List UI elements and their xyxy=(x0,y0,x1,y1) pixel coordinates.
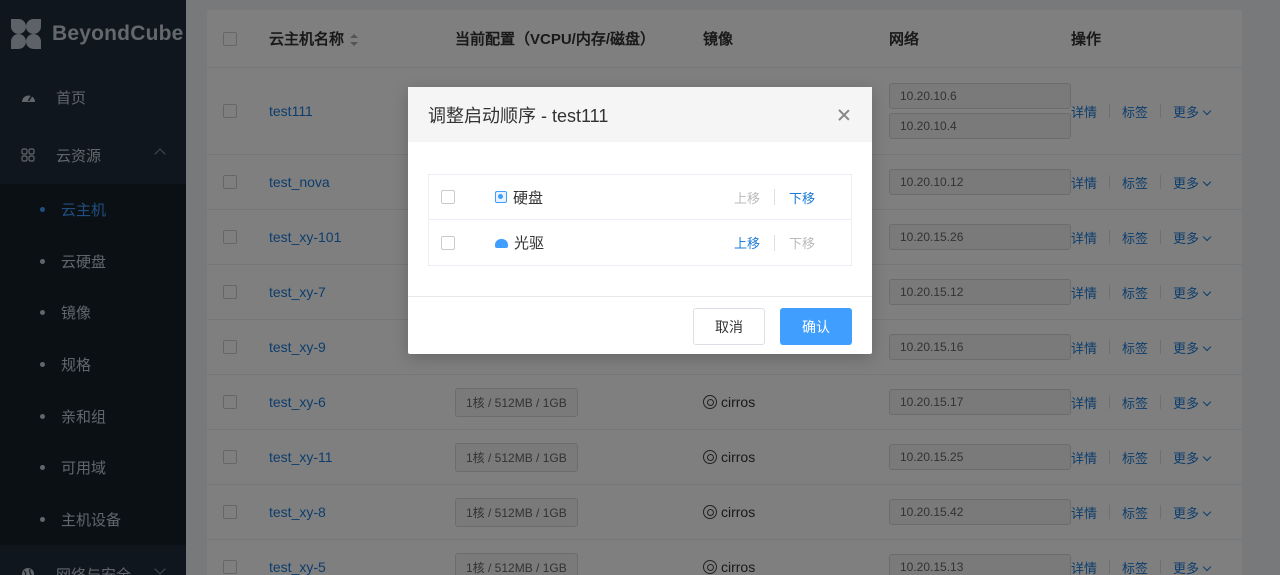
boot-device-label: 光驱 xyxy=(514,235,545,252)
confirm-button[interactable]: 确认 xyxy=(780,308,852,345)
boot-device-label: 硬盘 xyxy=(513,189,544,207)
boot-device-checkbox[interactable] xyxy=(441,235,455,250)
dialog-footer: 取消 确认 xyxy=(408,296,872,354)
cdrom-icon xyxy=(495,239,508,248)
disk-icon xyxy=(495,191,507,203)
move-up-button[interactable]: 上移 xyxy=(734,188,760,207)
divider xyxy=(773,234,775,251)
boot-device-cdrom: 光驱 上移 下移 xyxy=(429,220,851,265)
boot-device-list: 硬盘 上移 下移 光驱 上移 下移 xyxy=(428,174,852,266)
boot-order-dialog: 调整启动顺序 - test111 硬盘 上移 下移 光驱 上移 下移 取消 确认 xyxy=(408,87,872,354)
dialog-header: 调整启动顺序 - test111 xyxy=(408,87,872,142)
dialog-title: 调整启动顺序 - test111 xyxy=(428,105,609,126)
boot-device-checkbox[interactable] xyxy=(441,190,455,204)
close-icon[interactable] xyxy=(838,109,850,121)
boot-device-disk: 硬盘 上移 下移 xyxy=(429,175,851,220)
move-down-button[interactable]: 下移 xyxy=(789,233,815,252)
cancel-button[interactable]: 取消 xyxy=(693,308,765,345)
move-down-button[interactable]: 下移 xyxy=(789,188,815,207)
divider xyxy=(773,189,775,205)
move-up-button[interactable]: 上移 xyxy=(734,233,760,252)
